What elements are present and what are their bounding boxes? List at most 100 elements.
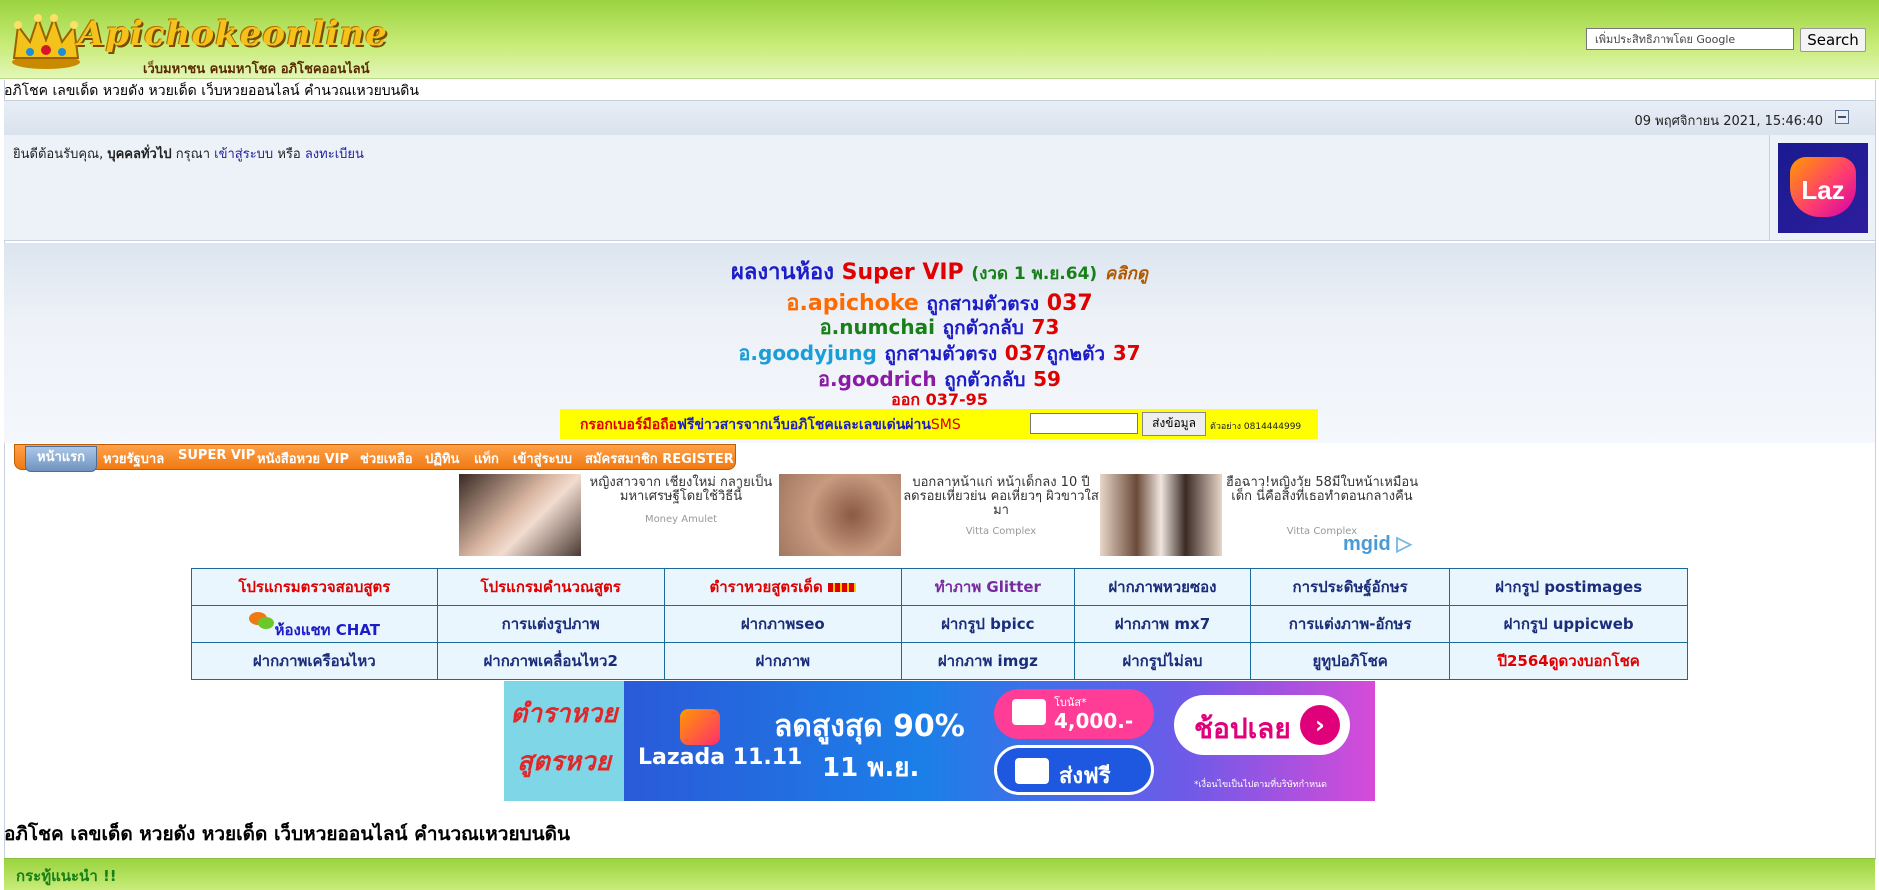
link-label: การแต่งภาพ-อักษร (1288, 615, 1412, 633)
sms-label: กรอกเบอร์มือถือฟรีข่าวสารจากเว็บอภิโชคแล… (580, 414, 961, 436)
link-cell[interactable]: โปรแกรมตรวจสอบสูตร (191, 568, 438, 606)
new-badge-icon (828, 583, 857, 592)
site-logo[interactable]: Apichokeonline เว็บมหาชน คนมหาโชค อภิโชค… (8, 10, 388, 77)
banner-left-subtitle: สูตรหวย (517, 747, 611, 777)
date-bar: 09 พฤศจิกายน 2021, 15:46:40 (4, 100, 1875, 136)
lazada-banner[interactable]: ตำราหวย สูตรหวย Lazada 11.11 ลดสูงสุด 90… (504, 681, 1375, 801)
link-cell[interactable]: ฝากภาพหวยซอง (1073, 568, 1251, 606)
link-row: ฝากภาพเครือนไหว ฝากภาพเคลื่อนไหว2 ฝากภาพ… (191, 642, 1688, 680)
shipping-pill: ส่งฟรี (994, 745, 1154, 795)
lazada-ad-logo[interactable]: Laz (1778, 143, 1868, 233)
main-nav: หน้าแรก หวยรัฐบาล SUPER VIP หนังสือหวย V… (14, 444, 736, 472)
link-cell[interactable]: ฝากภาพเคลื่อนไหว2 (436, 642, 665, 680)
welcome-or: หรือ (277, 147, 301, 162)
nav-item-super-vip[interactable]: SUPER VIP (178, 448, 255, 463)
ad-thumbnail (459, 474, 581, 556)
ad-thumbnail (1100, 474, 1222, 556)
nav-item-lottery[interactable]: หวยรัฐบาล (103, 448, 164, 469)
link-cell[interactable]: ฝากภาพ mx7 (1073, 605, 1251, 643)
sms-signup: กรอกเบอร์มือถือฟรีข่าวสารจากเว็บอภิโชคแล… (560, 409, 1318, 439)
link-cell[interactable]: ห้องแชท CHAT (191, 605, 438, 643)
link-cell[interactable]: ฝากรูป postimages (1449, 568, 1688, 606)
link-row: โปรแกรมตรวจสอบสูตร โปรแกรมคำนวณสูตร ตำรา… (191, 568, 1688, 606)
banner-left-panel: ตำราหวย สูตรหวย (504, 681, 624, 801)
search-placeholder: เพิ่มประสิทธิภาพโดย Google (1595, 33, 1736, 46)
link-label: ฝากภาพ mx7 (1114, 615, 1211, 633)
nav-item-login[interactable]: เข้าสู่ระบบ (513, 448, 572, 469)
vip-line-text: ถูกสามตัวตรง (884, 343, 998, 365)
link-cell[interactable]: ฝากรูป uppicweb (1449, 605, 1688, 643)
site-subtitle: เว็บมหาชน คนมหาโชค อภิโชคออนไลน์ (143, 62, 370, 77)
banner-date: 11 พ.ย. (822, 753, 920, 783)
shop-now-label: ช้อปเลย (1194, 712, 1291, 745)
link-cell[interactable]: ฝากรูปไม่ลบ (1073, 642, 1251, 680)
nav-item-tags[interactable]: แท็ก (474, 448, 499, 469)
bonus-pill: โบนัส* 4,000.- (994, 689, 1154, 739)
site-title: Apichokeonline (78, 14, 388, 54)
link-cell[interactable]: โปรแกรมคำนวณสูตร (436, 568, 665, 606)
link-cell[interactable]: ฝากภาพ (663, 642, 902, 680)
sms-submit-button[interactable]: ส่งข้อมูล (1142, 412, 1206, 436)
ad-title: บอกลาหน้าแก่ หน้าเด็กลง 10 ปี ลดรอยเหี่ย… (903, 475, 1099, 518)
ad-title: หญิงสาวจาก เชียงใหม่ กลายเป็นมหาเศรษฐีโด… (589, 475, 773, 504)
link-label: ฝากรูป uppicweb (1503, 615, 1634, 633)
link-cell[interactable]: การแต่งรูปภาพ (436, 605, 665, 643)
search-input[interactable]: เพิ่มประสิทธิภาพโดย Google (1586, 28, 1794, 50)
ad-cell: Laz (1769, 135, 1875, 240)
recommended-threads-bar: กระทู้แนะนำ !! (4, 858, 1875, 890)
sms-example: ตัวอย่าง 0814444999 (1210, 422, 1302, 432)
link-label: ฝากภาพ imgz (937, 652, 1038, 670)
link-label: โปรแกรมตรวจสอบสูตร (238, 578, 391, 596)
recommended-threads-title: กระทู้แนะนำ !! (16, 867, 117, 885)
link-label: ฝากรูป postimages (1495, 578, 1643, 596)
lazada-logo-text: Laz (1801, 175, 1845, 205)
login-link[interactable]: เข้าสู่ระบบ (214, 147, 273, 162)
vip-line-number-2: 37 (1112, 341, 1141, 365)
nav-item-calendar[interactable]: ปฏิทิน (425, 448, 459, 469)
link-cell[interactable]: ยูทูปอภิโชค (1249, 642, 1451, 680)
link-cell[interactable]: ฝากรูป bpicc (900, 605, 1075, 643)
nav-home[interactable]: หน้าแรก (25, 446, 97, 472)
vip-heading-a: ผลงานห้อง (731, 260, 834, 285)
nav-item-register[interactable]: สมัครสมาชิก REGISTER (585, 448, 734, 469)
nav-item-help[interactable]: ช่วยเหลือ (360, 448, 413, 469)
link-label: ปี2564ดูดวงบอกโชค (1497, 652, 1640, 670)
link-cell[interactable]: ฝากภาพseo (663, 605, 902, 643)
link-cell[interactable]: การแต่งภาพ-อักษร (1249, 605, 1451, 643)
vip-line-number: 037 (1004, 341, 1047, 365)
ad-source: Vitta Complex (965, 526, 1037, 537)
ad-card[interactable]: หญิงสาวจาก เชียงใหม่ กลายเป็นมหาเศรษฐีโด… (459, 474, 779, 556)
link-label: ฝากภาพเครือนไหว (252, 652, 376, 670)
welcome-user: บุคคลทั่วไป (107, 147, 172, 162)
search-button[interactable]: Search (1800, 28, 1866, 52)
link-label: ยูทูปอภิโชค (1312, 652, 1388, 670)
arrow-right-icon: › (1300, 705, 1340, 745)
link-cell[interactable]: ฝากภาพ imgz (900, 642, 1075, 680)
vip-line-text: ถูกตัวกลับ (942, 317, 1024, 339)
vip-line-name: อ.goodyjung (738, 341, 877, 365)
bonus-amount: 4,000.- (1054, 709, 1134, 733)
register-link[interactable]: ลงทะเบียน (305, 147, 364, 162)
shipping-label: ส่งฟรี (1059, 764, 1111, 789)
link-cell[interactable]: การประดิษฐ์อักษร (1249, 568, 1451, 606)
banner-left-title: ตำราหวย (510, 699, 618, 729)
link-cell[interactable]: ทำภาพ Glitter (900, 568, 1075, 606)
phone-input[interactable] (1030, 413, 1138, 434)
play-icon: ▷ (1396, 533, 1412, 555)
link-label: ฝากภาพseo (740, 615, 825, 633)
link-label: การประดิษฐ์อักษร (1292, 578, 1408, 596)
welcome-panel: ยินดีต้อนรับคุณ, บุคคลทั่วไป กรุณา เข้าส… (4, 135, 1875, 241)
ad-card[interactable]: บอกลาหน้าแก่ หน้าเด็กลง 10 ปี ลดรอยเหี่ย… (779, 474, 1099, 556)
shop-now-button[interactable]: ช้อปเลย › (1174, 695, 1350, 755)
collapse-icon[interactable] (1835, 110, 1849, 124)
link-cell[interactable]: ฝากภาพเครือนไหว (191, 642, 438, 680)
page-tagline: อภิโชค เลขเด็ด หวยดัง หวยเด็ด เว็บหวยออน… (4, 83, 419, 99)
link-cell[interactable]: ตำราหวยสูตรเด็ด (663, 568, 902, 606)
mgid-logo[interactable]: mgid ▷ (1343, 531, 1412, 556)
vip-click-link[interactable]: คลิกดู (1105, 264, 1148, 284)
link-cell[interactable]: ปี2564ดูดวงบอกโชค (1449, 642, 1688, 680)
banner-right-panel: Lazada 11.11 ลดสูงสุด 90% 11 พ.ย. โบนัส*… (624, 681, 1375, 801)
nav-item-vip-book[interactable]: หนังสือหวย VIP (257, 448, 349, 469)
voucher-icon (1012, 699, 1046, 725)
page-tagline-bottom: อภิโชค เลขเด็ด หวยดัง หวยเด็ด เว็บหวยออน… (4, 823, 570, 845)
